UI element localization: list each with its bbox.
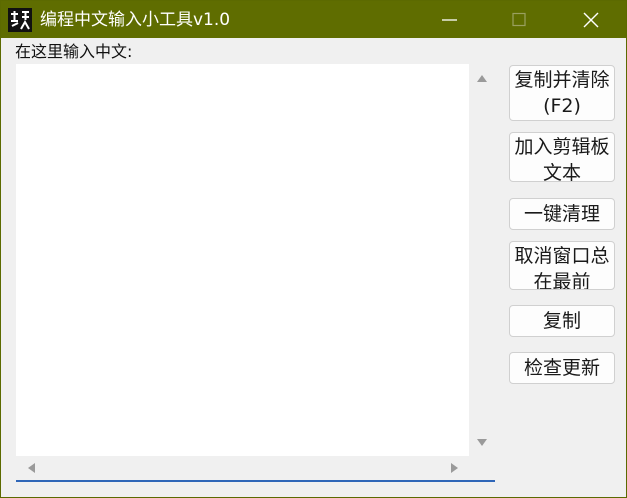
maximize-button[interactable] [485, 1, 555, 38]
cancel-always-on-top-button[interactable]: 取消窗口总 在最前 [509, 241, 615, 290]
check-update-button[interactable]: 检查更新 [509, 352, 615, 384]
minimize-icon [442, 19, 457, 21]
app-icon [8, 8, 32, 32]
maximize-icon [512, 12, 526, 27]
minimize-button[interactable] [415, 1, 485, 38]
close-icon [583, 12, 599, 28]
scroll-up-arrow-icon[interactable] [476, 73, 488, 83]
window-title: 编程中文输入小工具v1.0 [40, 10, 231, 30]
add-clipboard-text-button[interactable]: 加入剪辑板 文本 [509, 132, 615, 182]
app-window: 编程中文输入小工具v1.0 在这里输入中文: 复制并清除 (F2) 加入剪辑板 … [0, 0, 627, 498]
chinese-text-input[interactable] [16, 64, 495, 482]
scroll-right-arrow-icon[interactable] [450, 462, 460, 474]
scroll-down-arrow-icon[interactable] [476, 438, 488, 448]
copy-and-clear-button[interactable]: 复制并清除 (F2) [509, 65, 615, 121]
input-prompt-label: 在这里输入中文: [15, 42, 133, 61]
title-bar[interactable]: 编程中文输入小工具v1.0 [1, 1, 626, 38]
copy-button[interactable]: 复制 [509, 305, 615, 337]
one-click-clear-button[interactable]: 一键清理 [509, 198, 615, 230]
vertical-scrollbar[interactable] [469, 64, 495, 456]
horizontal-scrollbar[interactable] [16, 456, 495, 480]
scroll-left-arrow-icon[interactable] [26, 462, 36, 474]
focus-underline [16, 480, 495, 482]
close-button[interactable] [556, 1, 626, 38]
